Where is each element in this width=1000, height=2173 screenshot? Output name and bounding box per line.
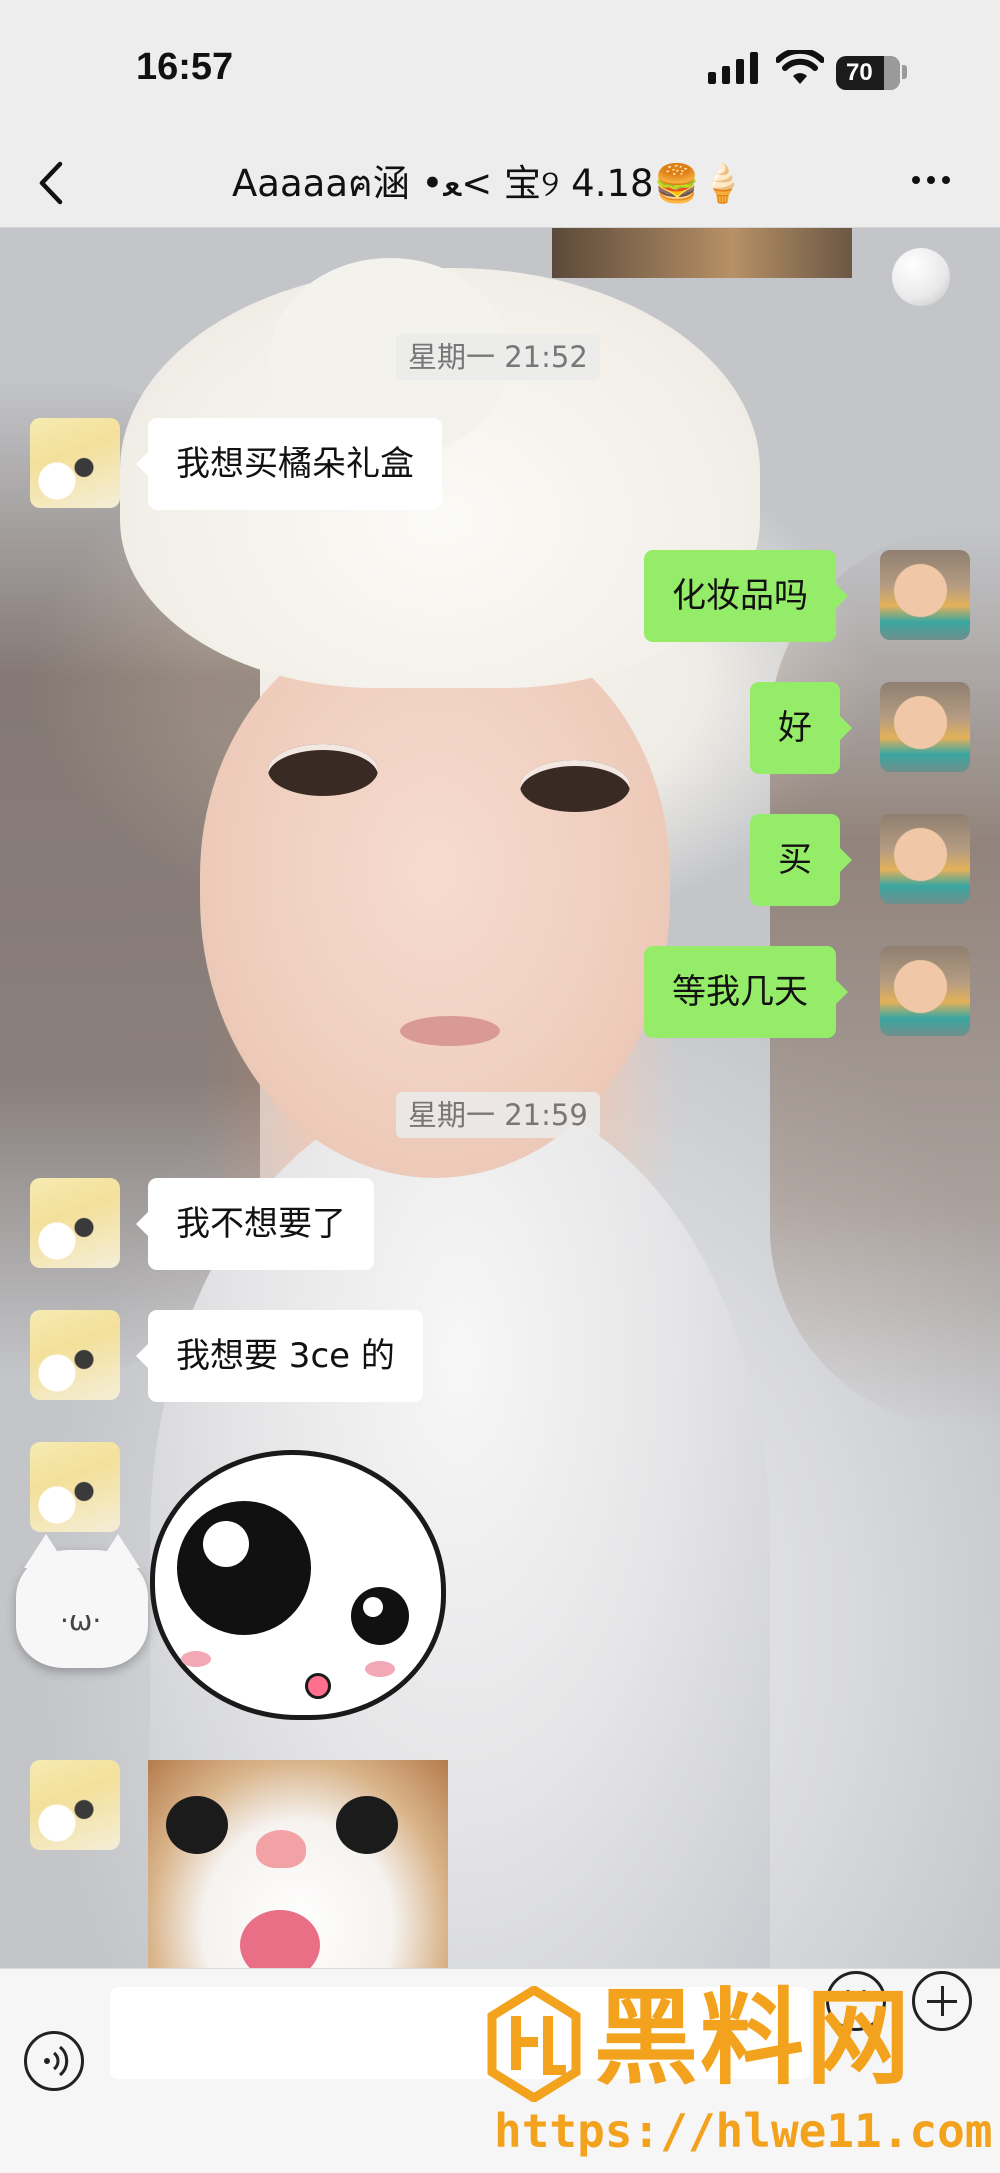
- battery-cap: [902, 65, 907, 79]
- chevron-left-icon[interactable]: [34, 158, 68, 208]
- incoming-message[interactable]: 我想买橘朵礼盒: [136, 418, 442, 510]
- timestamp: 星期一 21:52: [396, 334, 600, 380]
- signal-icon: [708, 52, 758, 84]
- more-dots-icon[interactable]: [912, 176, 950, 184]
- incoming-message[interactable]: 我想要 3ce 的: [136, 1310, 423, 1402]
- status-bar: 16:57 70: [0, 0, 1000, 140]
- battery-icon: 70: [836, 56, 900, 90]
- watermark-url: https://hlwe11.com: [494, 2104, 993, 2158]
- watermark-logo-icon: [487, 1986, 581, 2102]
- outgoing-message[interactable]: 化妆品吗: [644, 550, 848, 642]
- wifi-icon: [776, 50, 824, 84]
- chat-message-list[interactable]: 星期一 21:52 我想买橘朵礼盒 化妆品吗 好 买 等我几天 星期一 21:5…: [0, 228, 1000, 1968]
- contact-avatar[interactable]: [30, 1178, 120, 1268]
- clock: 16:57: [136, 46, 234, 88]
- chat-title: Aaaaaฅ涵 •ﻌ< 宝୨ 4.18🍔🍦: [232, 162, 746, 205]
- my-avatar[interactable]: [880, 682, 970, 772]
- my-avatar[interactable]: [880, 946, 970, 1036]
- my-avatar[interactable]: [880, 814, 970, 904]
- timestamp: 星期一 21:59: [396, 1092, 600, 1138]
- voice-icon[interactable]: [24, 2031, 84, 2091]
- chat-header: Aaaaaฅ涵 •ﻌ< 宝୨ 4.18🍔🍦: [0, 140, 1000, 228]
- outgoing-message[interactable]: 买: [750, 814, 852, 906]
- my-avatar[interactable]: [880, 550, 970, 640]
- watermark-brand: 黑料网: [594, 1977, 913, 2099]
- contact-avatar[interactable]: [30, 1760, 120, 1850]
- watermark: 黑料网 https://hlwe11.com: [486, 1978, 993, 2166]
- sticker-face: ·ω·: [60, 1604, 102, 1637]
- egg-sticker: [892, 248, 950, 306]
- cat-photo-message[interactable]: [148, 1760, 448, 1968]
- contact-avatar[interactable]: [30, 1310, 120, 1400]
- outgoing-message[interactable]: 等我几天: [644, 946, 848, 1038]
- white-cat-sticker: ·ω·: [16, 1534, 148, 1668]
- contact-avatar[interactable]: [30, 1442, 120, 1532]
- incoming-message[interactable]: 我不想要了: [136, 1178, 374, 1270]
- contact-avatar[interactable]: [30, 418, 120, 508]
- battery-level: 70: [846, 59, 873, 86]
- outgoing-message[interactable]: 好: [750, 682, 852, 774]
- partial-image-message[interactable]: [552, 228, 852, 278]
